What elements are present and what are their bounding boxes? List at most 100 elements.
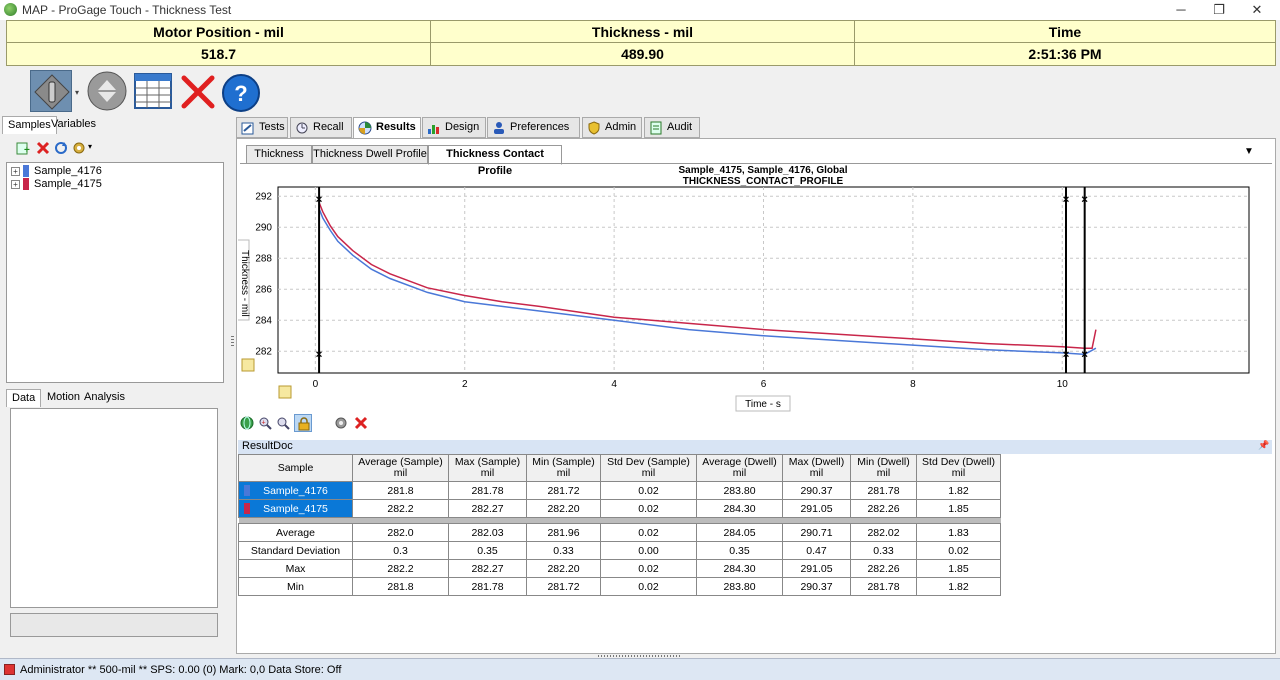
add-sample-icon[interactable]: + <box>16 141 30 155</box>
refresh-icon[interactable] <box>54 141 68 155</box>
marker-x-icon: ✕ <box>1081 349 1089 359</box>
start-gauge-button[interactable] <box>30 70 72 112</box>
zoom-in-icon[interactable]: + <box>258 416 272 430</box>
tab-audit[interactable]: Audit <box>644 117 700 138</box>
x-tick-label: 0 <box>313 379 319 390</box>
table-cell: 1.83 <box>916 523 1001 542</box>
table-button[interactable] <box>132 70 174 112</box>
tab-variables[interactable]: Variables <box>46 116 101 134</box>
expand-icon[interactable]: + <box>11 180 20 189</box>
delete-icon[interactable] <box>354 416 368 430</box>
chart-folder-icon[interactable] <box>241 358 255 372</box>
app-icon <box>4 3 17 16</box>
sample-tree: + Sample_4176 + Sample_4175 <box>6 162 224 383</box>
minimize-button[interactable]: ─ <box>1162 0 1200 20</box>
shield-icon <box>588 121 600 135</box>
column-header[interactable]: Max (Sample) mil <box>448 454 527 482</box>
expand-icon[interactable]: + <box>11 167 20 176</box>
column-header[interactable]: Sample <box>238 454 353 482</box>
x-tick-label: 2 <box>462 379 468 390</box>
table-cell: 0.02 <box>916 541 1001 560</box>
tab-analysis[interactable]: Analysis <box>79 389 130 407</box>
table-cell: Standard Deviation <box>238 541 353 560</box>
table-cell: 282.27 <box>448 499 527 518</box>
column-header[interactable]: Min (Dwell) mil <box>850 454 917 482</box>
sample-label: Sample_4175 <box>34 178 102 190</box>
pin-icon[interactable]: 📌 <box>1258 440 1269 451</box>
sample-name-cell[interactable]: Sample_4176 <box>238 481 353 500</box>
restore-button[interactable]: ❐ <box>1200 0 1238 20</box>
column-header[interactable]: Min (Sample) mil <box>526 454 601 482</box>
close-button[interactable]: ✕ <box>1238 0 1276 20</box>
x-tick-label: 10 <box>1057 379 1069 390</box>
lock-button[interactable] <box>294 414 312 432</box>
sample-label: Sample_4176 <box>34 165 102 177</box>
chart-subtitle: THICKNESS_CONTACT_PROFILE <box>683 176 844 187</box>
left-panel-tabs: Samples Variables <box>2 116 232 134</box>
table-cell: 282.20 <box>526 559 601 578</box>
return-home-icon <box>87 71 127 111</box>
column-header[interactable]: Max (Dwell) mil <box>782 454 851 482</box>
sample-name-cell[interactable]: Sample_4175 <box>238 499 353 518</box>
cancel-x-icon <box>181 75 215 109</box>
column-header[interactable]: Std Dev (Sample) mil <box>600 454 697 482</box>
stat-row: Average 282.0 282.03 281.96 0.02 284.05 290.71… <box>238 523 1001 542</box>
gear-icon[interactable] <box>334 416 348 430</box>
marker-x-icon: ✕ <box>315 349 323 359</box>
marker-x-icon: ✕ <box>1062 194 1070 204</box>
help-button[interactable]: ? <box>220 70 262 112</box>
table-cell: 282.03 <box>448 523 527 542</box>
main-tabs: Tests Recall Results Design Preferences … <box>236 117 1276 139</box>
table-cell: 0.00 <box>600 541 697 560</box>
table-cell: 284.30 <box>696 559 783 578</box>
cancel-button[interactable] <box>178 70 220 112</box>
stat-row: Standard Deviation 0.3 0.35 0.33 0.00 0.35 0.4… <box>238 541 1001 560</box>
column-header[interactable]: Average (Sample) mil <box>352 454 449 482</box>
tab-admin[interactable]: Admin <box>582 117 642 138</box>
globe-icon[interactable] <box>240 416 254 430</box>
dropdown-arrow-icon[interactable]: ▾ <box>75 88 79 97</box>
tab-recall[interactable]: Recall <box>290 117 352 138</box>
y-tick-label: 286 <box>255 284 272 295</box>
table-cell: 282.0 <box>352 523 449 542</box>
tab-label: Admin <box>605 121 637 133</box>
title-bar: MAP - ProGage Touch - Thickness Test ─ ❐… <box>0 0 1280 20</box>
tab-design[interactable]: Design <box>422 117 486 138</box>
main-toolbar: ▾ ? <box>0 66 1280 116</box>
table-cell: 282.2 <box>352 559 449 578</box>
table-cell: 284.30 <box>696 499 783 518</box>
splitter-grip-icon <box>231 336 234 346</box>
chart-toolbar: + <box>238 414 1272 434</box>
table-cell: 282.20 <box>526 499 601 518</box>
column-header[interactable]: Std Dev (Dwell) mil <box>916 454 1001 482</box>
sample-color-swatch <box>244 503 250 514</box>
tab-label: Recall <box>313 121 344 133</box>
settings-dropdown-icon[interactable]: ▾ <box>88 142 92 151</box>
delete-sample-icon[interactable] <box>36 141 50 155</box>
table-row[interactable]: Sample_4176 281.8 281.78 281.72 0.02 283.80 29… <box>238 481 1001 500</box>
table-cell: 284.05 <box>696 523 783 542</box>
table-cell: 0.02 <box>600 559 697 578</box>
tab-results[interactable]: Results <box>353 117 421 139</box>
tab-tests[interactable]: Tests <box>236 117 288 138</box>
tab-preferences[interactable]: Preferences <box>487 117 580 138</box>
zoom-out-icon[interactable] <box>276 416 290 430</box>
motor-position-label: Motor Position - mil <box>7 21 430 43</box>
time-cell: Time 2:51:36 PM <box>855 21 1275 65</box>
sample-color-swatch <box>23 178 29 190</box>
subtab-dropdown-icon[interactable]: ▼ <box>1244 146 1254 157</box>
table-cell: 0.02 <box>600 499 697 518</box>
table-row[interactable]: Sample_4175 282.2 282.27 282.20 0.02 284.30 29… <box>238 499 1001 518</box>
return-home-button[interactable] <box>86 70 128 112</box>
data-panel-bar <box>10 613 218 637</box>
table-cell: 283.80 <box>696 481 783 500</box>
table-cell: 291.05 <box>782 499 851 518</box>
table-cell: 0.33 <box>526 541 601 560</box>
table-cell: 281.78 <box>850 481 917 500</box>
table-cell: 282.26 <box>850 499 917 518</box>
stat-row: Max 282.2 282.27 282.20 0.02 284.30 291.05 282.… <box>238 559 1001 578</box>
column-header[interactable]: Average (Dwell) mil <box>696 454 783 482</box>
tab-data[interactable]: Data <box>6 389 42 407</box>
settings-icon[interactable] <box>72 141 86 155</box>
axis-folder-icon[interactable] <box>278 385 292 399</box>
